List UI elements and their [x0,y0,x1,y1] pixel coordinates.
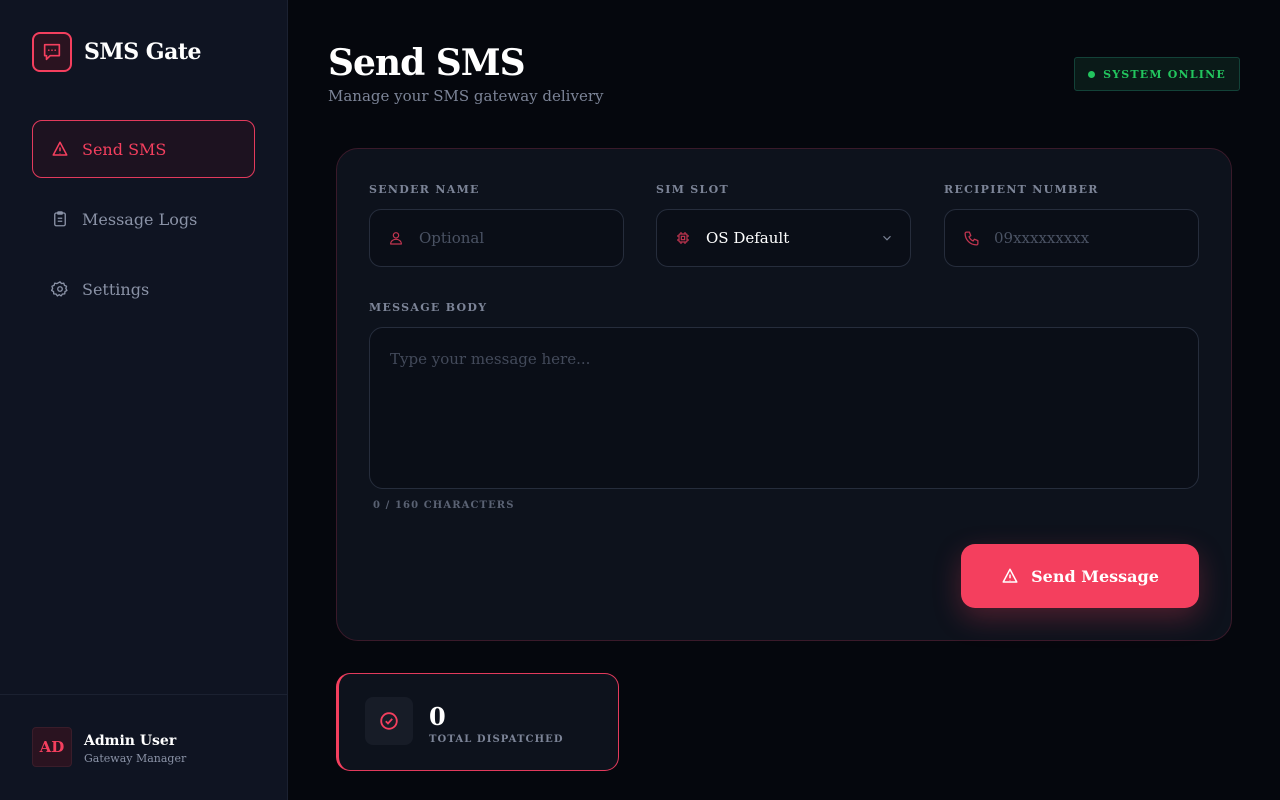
status-dot-icon [1088,70,1096,78]
recipient-number-label: RECIPIENT NUMBER [944,183,1099,196]
chat-bubble-icon [32,32,72,72]
chip-icon [674,229,692,247]
gear-icon [51,280,69,298]
sender-name-input[interactable]: Optional [369,209,624,267]
sim-slot-value: OS Default [706,229,790,247]
total-dispatched-label: TOTAL DISPATCHED [429,734,564,745]
sim-slot-select[interactable]: OS Default [656,209,911,267]
phone-icon [962,229,980,247]
sidebar-item-message-logs[interactable]: Message Logs [32,190,255,248]
sidebar-item-settings[interactable]: Settings [32,260,255,318]
message-body-placeholder: Type your message here... [390,350,591,368]
sidebar: SMS Gate Send SMS Message Logs Settings … [0,0,288,800]
send-icon [51,140,69,158]
sidebar-item-label: Send SMS [82,139,167,159]
sidebar-item-send-sms[interactable]: Send SMS [32,120,255,178]
clipboard-icon [51,210,69,228]
sim-slot-label: SIM SLOT [656,183,729,196]
sidebar-item-label: Settings [82,279,150,299]
send-message-label: Send Message [1031,566,1159,586]
total-dispatched-value: 0 [429,702,446,731]
sidebar-item-label: Message Logs [82,209,198,229]
sender-name-label: SENDER NAME [369,183,480,196]
chevron-down-icon [880,230,894,249]
send-sms-form: SENDER NAME Optional SIM SLOT OS Default… [336,148,1232,641]
brand[interactable]: SMS Gate [32,32,202,72]
avatar: AD [32,727,72,767]
check-circle-icon [365,697,413,745]
page-title: Send SMS [328,42,526,84]
user-name: Admin User [84,733,177,749]
status-text: SYSTEM ONLINE [1103,67,1226,81]
total-dispatched-card: 0 TOTAL DISPATCHED [336,673,619,771]
send-icon [1001,567,1019,585]
send-message-button[interactable]: Send Message [961,544,1199,608]
user-profile[interactable]: AD Admin User Gateway Manager [0,694,287,800]
user-icon [387,229,405,247]
message-body-label: MESSAGE BODY [369,301,488,314]
recipient-number-placeholder: 09xxxxxxxxx [994,229,1090,247]
app-name: SMS Gate [84,39,202,65]
user-role: Gateway Manager [84,752,187,765]
message-body-textarea[interactable]: Type your message here... [369,327,1199,489]
recipient-number-input[interactable]: 09xxxxxxxxx [944,209,1199,267]
page-subtitle: Manage your SMS gateway delivery [328,87,604,105]
sender-name-placeholder: Optional [419,229,485,247]
status-badge: SYSTEM ONLINE [1074,57,1240,91]
character-count: 0 / 160 CHARACTERS [373,500,515,511]
sidebar-nav: Send SMS Message Logs Settings [32,120,255,330]
